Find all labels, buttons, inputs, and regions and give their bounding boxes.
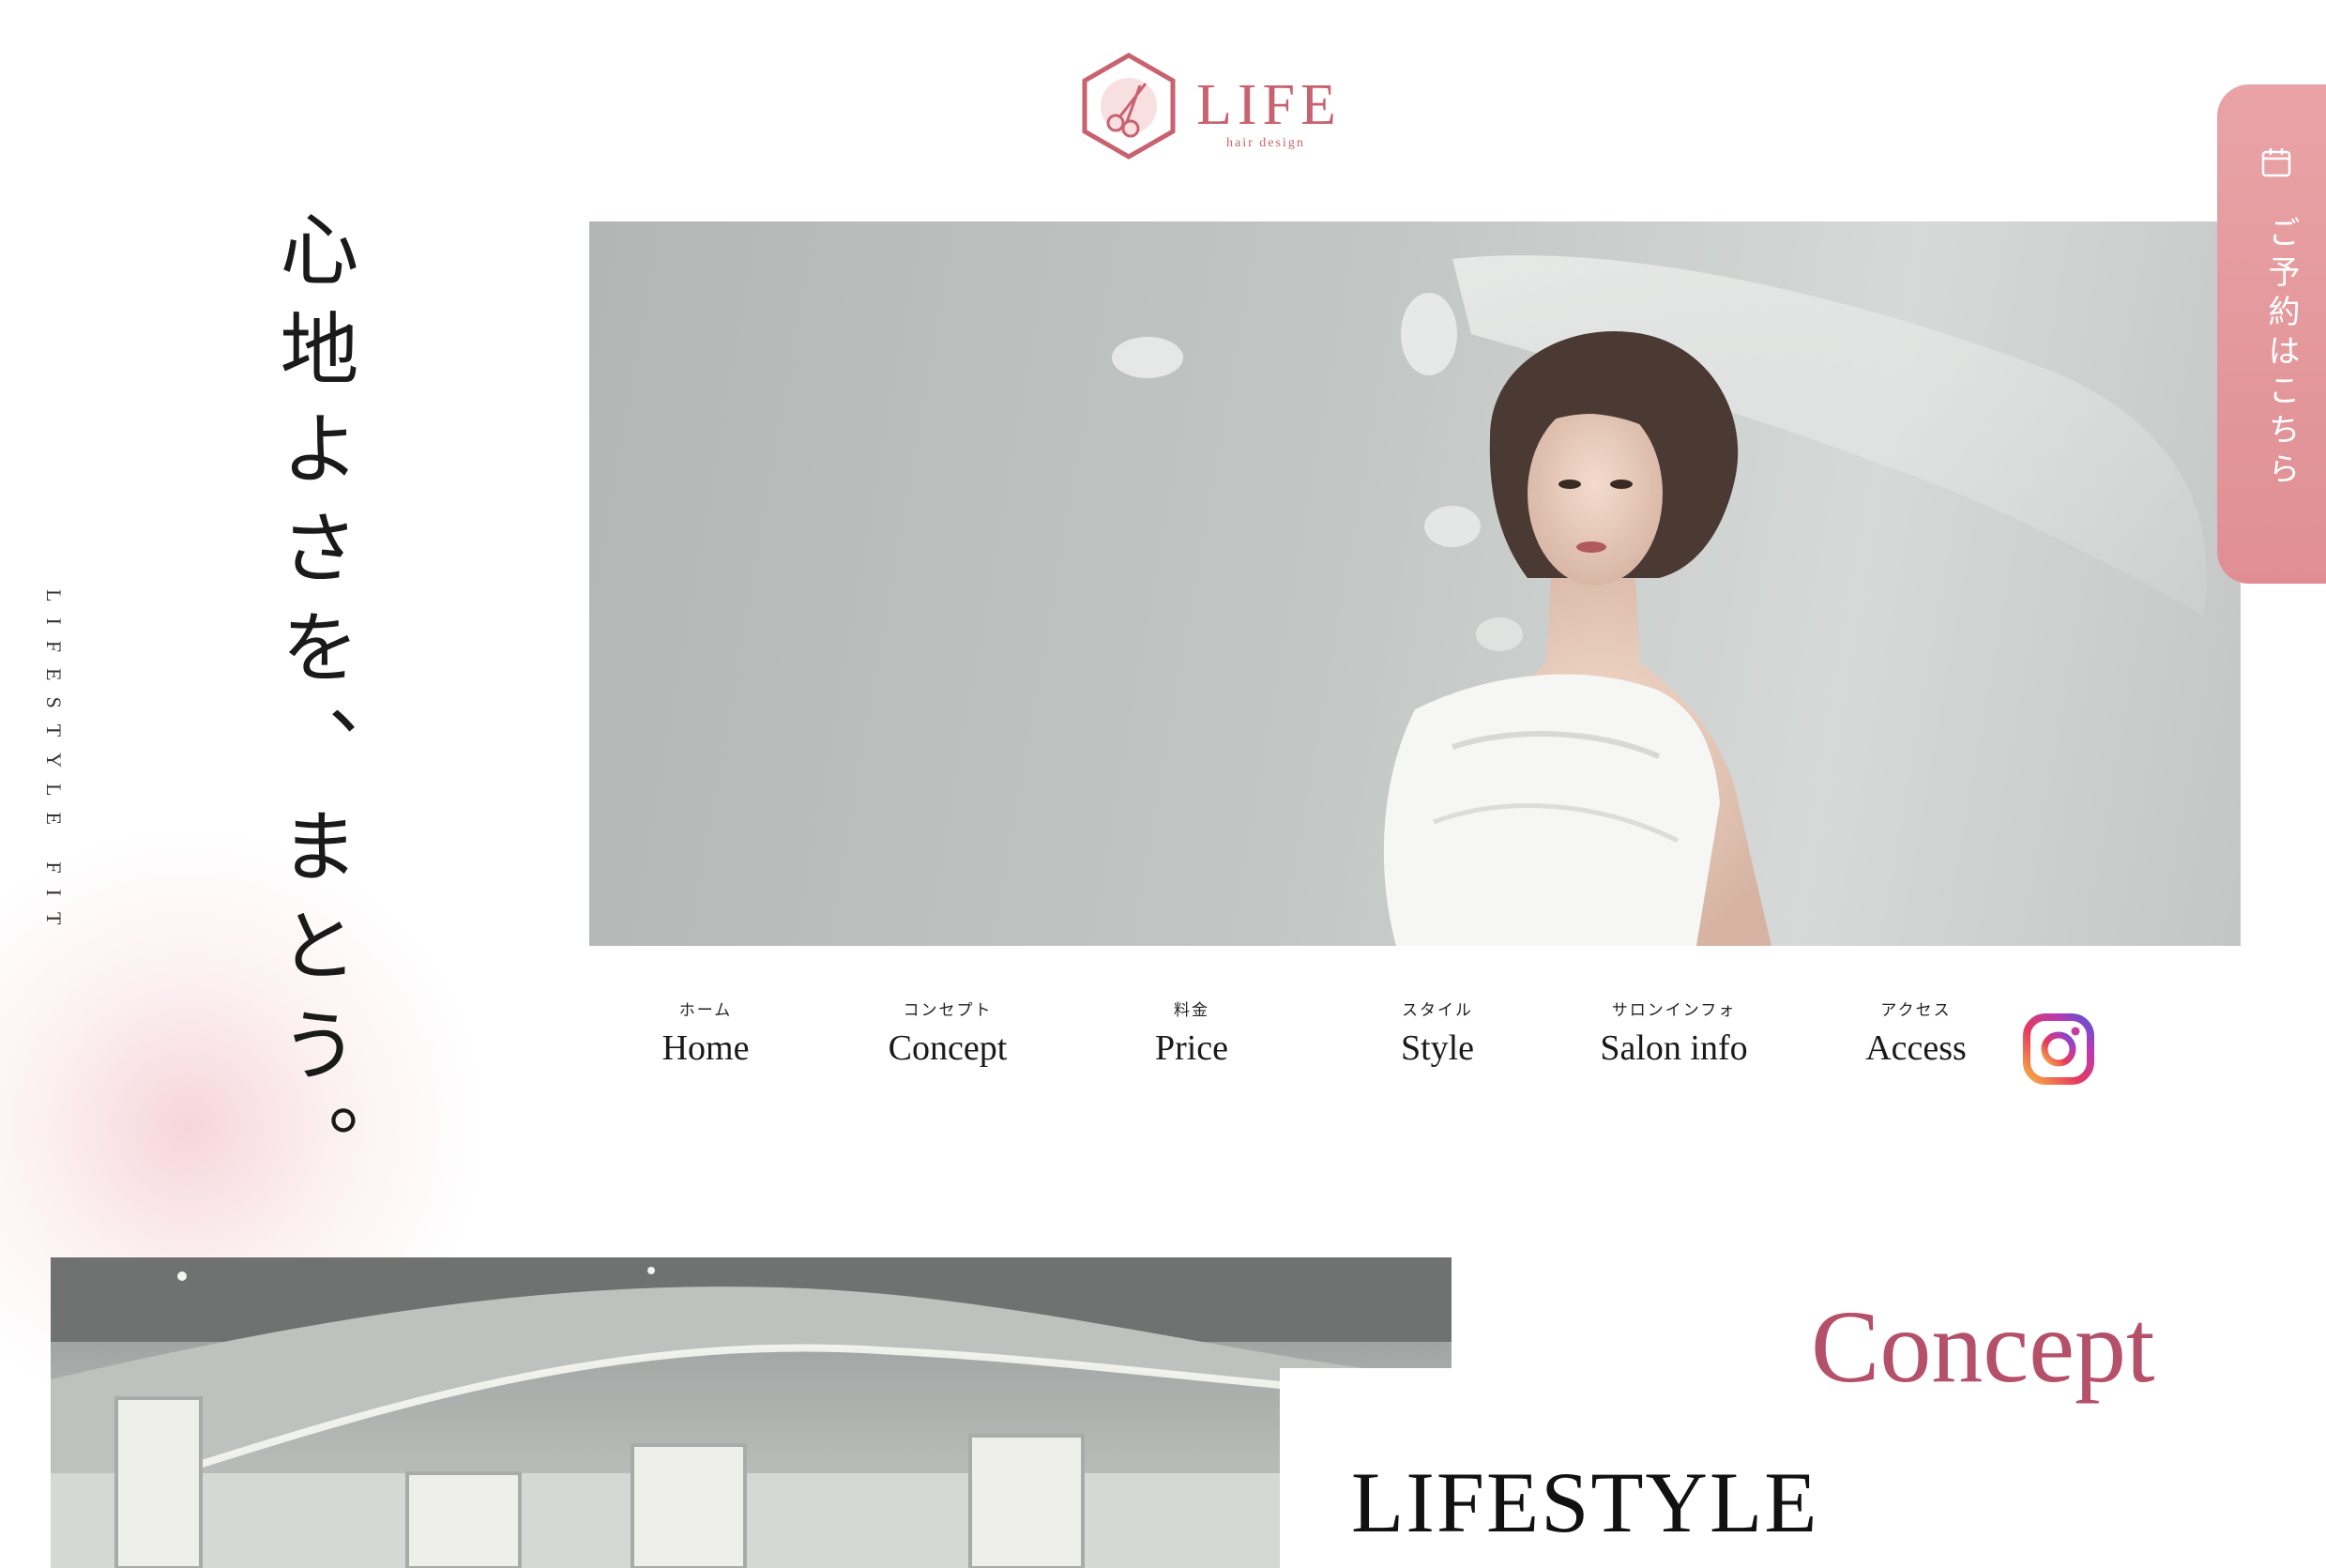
nav-salon-info[interactable]: サロンインフォ Salon info — [1561, 997, 1786, 1069]
logo-hexagon-icon — [1082, 53, 1176, 160]
nav-salon-info-jp: サロンインフォ — [1611, 1001, 1737, 1020]
logo-text: LIFE — [1196, 73, 1342, 137]
nav-style-label: Style — [1400, 1028, 1475, 1068]
nav-access-jp: アクセス — [1880, 1001, 1952, 1020]
concept-subheading: LIFESTYLE — [1351, 1454, 1819, 1550]
nav-price[interactable]: 料金 Price — [1079, 997, 1304, 1069]
hero-image — [589, 221, 2241, 946]
nav-price-jp: 料金 — [1174, 1001, 1209, 1020]
nav-concept[interactable]: コンセプト Concept — [835, 997, 1060, 1069]
nav-concept-label: Concept — [888, 1028, 1008, 1068]
nav-style-jp: スタイル — [1402, 1001, 1473, 1020]
reservation-label: ご予約はこちら — [2262, 216, 2300, 492]
nav-salon-info-label: Salon info — [1600, 1028, 1748, 1068]
nav-style[interactable]: スタイル Style — [1325, 997, 1550, 1069]
instagram-icon[interactable] — [2023, 1013, 2094, 1085]
nav-concept-jp: コンセプト — [903, 1001, 993, 1020]
nav-home-jp: ホーム — [678, 1001, 733, 1020]
nav-access[interactable]: アクセス Access — [1803, 997, 2029, 1069]
main-nav: ホーム Home コンセプト Concept 料金 Price スタイル Sty… — [589, 997, 2241, 1100]
nav-price-label: Price — [1154, 1028, 1229, 1068]
hero-tagline: 心地よさを、まとう。 — [267, 208, 359, 1203]
logo-subtext: hair design — [1226, 136, 1305, 150]
nav-home[interactable]: ホーム Home — [593, 997, 818, 1069]
concept-heading: Concept — [1811, 1289, 2155, 1404]
site-logo[interactable]: LIFE hair design — [1074, 52, 1346, 164]
calendar-icon — [2261, 148, 2291, 177]
nav-home-label: Home — [661, 1028, 750, 1068]
salon-interior-image — [51, 1257, 1452, 1568]
nav-access-label: Access — [1865, 1028, 1967, 1068]
side-vertical-text: LIFESTYLE FIT — [42, 589, 66, 941]
reservation-button[interactable]: ご予約はこちら — [2217, 84, 2326, 584]
